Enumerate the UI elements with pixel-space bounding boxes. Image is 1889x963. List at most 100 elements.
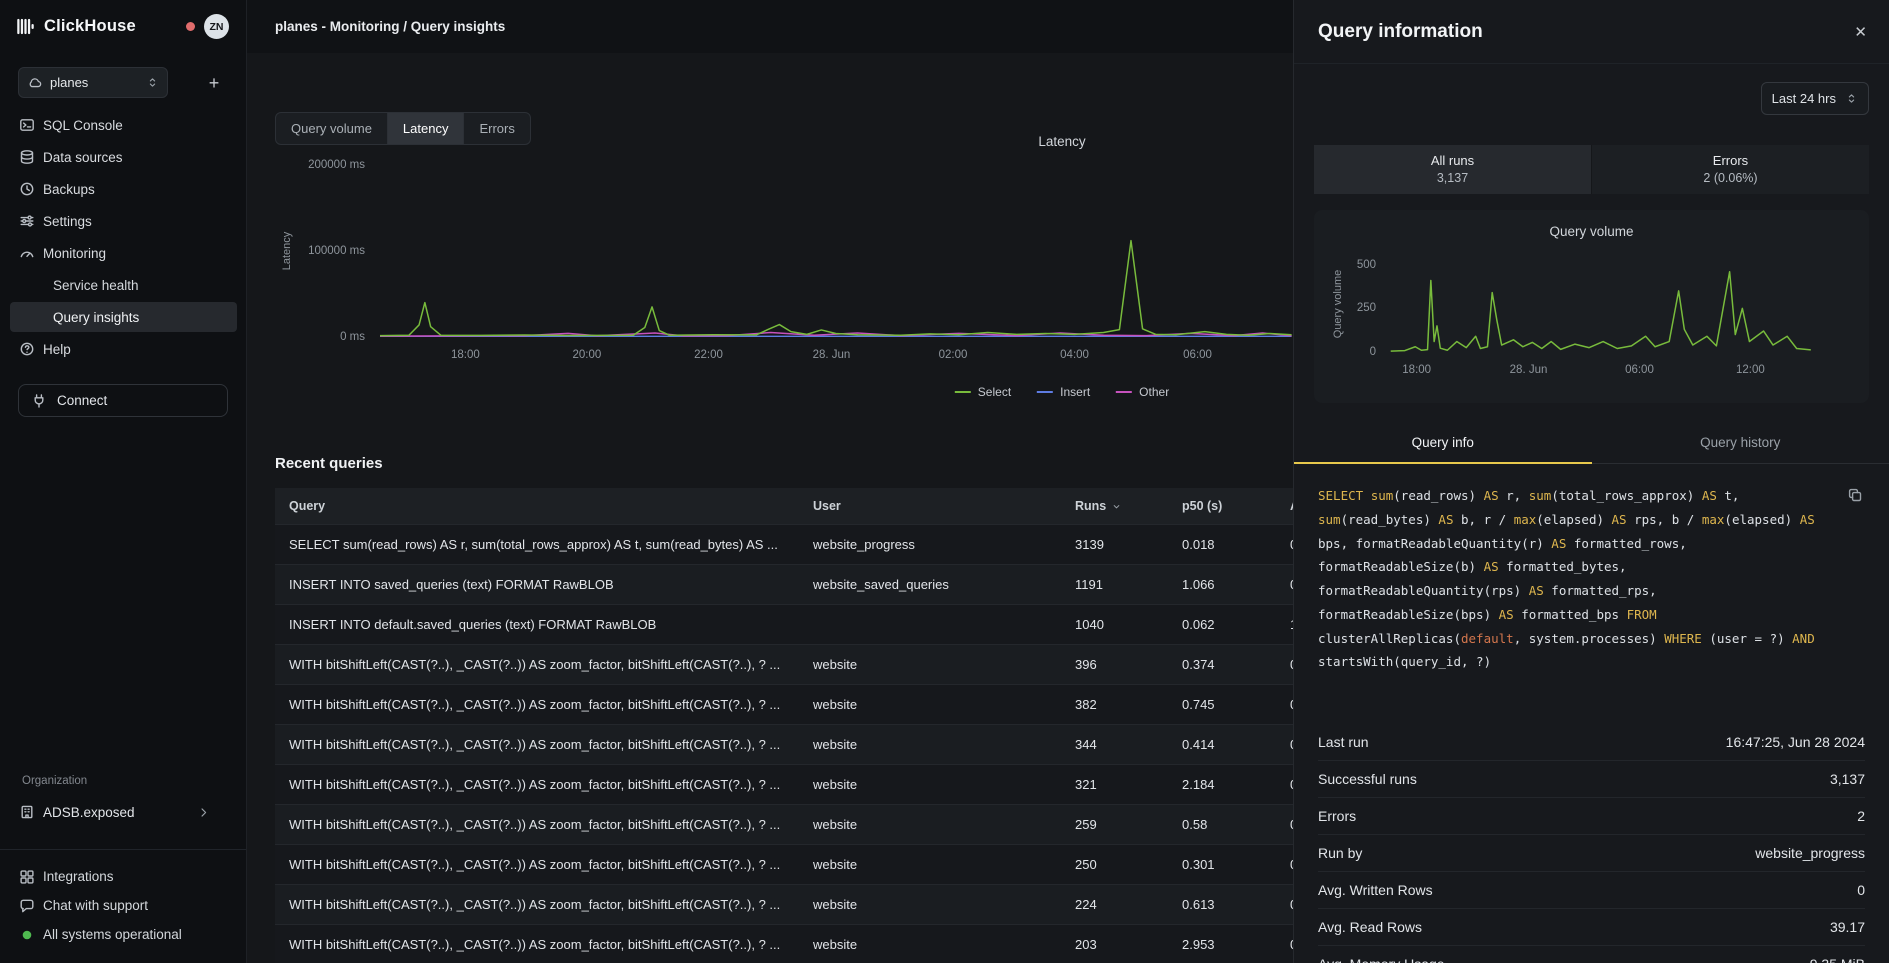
tab-query-info[interactable]: Query info xyxy=(1294,423,1592,463)
sidebar-item-backups[interactable]: Backups xyxy=(10,174,237,204)
cell-avg: 0 xyxy=(1276,777,1293,792)
cell-user: website xyxy=(799,657,1061,672)
sidebar-item-label: Help xyxy=(43,342,71,357)
close-icon[interactable]: ✕ xyxy=(1854,23,1867,41)
table-row[interactable]: WITH bitShiftLeft(CAST(?..), _CAST(?..))… xyxy=(275,804,1293,844)
detail-row-avg-written-rows: Avg. Written Rows0 xyxy=(1318,872,1865,909)
legend-item-other: Other xyxy=(1116,385,1169,399)
stat-tab-errors[interactable]: Errors2 (0.06%) xyxy=(1591,145,1869,194)
cell-runs: 1040 xyxy=(1061,617,1168,632)
detail-row-last-run: Last run 16:47:25, Jun 28 2024 xyxy=(1318,724,1865,761)
table-row[interactable]: WITH bitShiftLeft(CAST(?..), _CAST(?..))… xyxy=(275,844,1293,884)
cell-runs: 321 xyxy=(1061,777,1168,792)
logo-row: ClickHouse ZN xyxy=(0,0,246,53)
detail-value: 9.35 MiB xyxy=(1810,956,1865,963)
clickhouse-logo-text: ClickHouse xyxy=(44,17,136,36)
table-row[interactable]: INSERT INTO default.saved_queries (text)… xyxy=(275,604,1293,644)
cell-runs: 396 xyxy=(1061,657,1168,672)
service-row: planes + xyxy=(18,67,228,98)
copy-icon[interactable] xyxy=(1847,486,1865,504)
cell-user: website xyxy=(799,857,1061,872)
column-header-runs[interactable]: Runs xyxy=(1061,499,1168,513)
detail-row-avg-memory-usage: Avg. Memory Usage 9.35 MiB xyxy=(1318,946,1865,963)
table-row[interactable]: SELECT sum(read_rows) AS r, sum(total_ro… xyxy=(275,524,1293,564)
cell-runs: 250 xyxy=(1061,857,1168,872)
organization-selector[interactable]: ADSB.exposed xyxy=(0,797,246,827)
panel-title: Query information xyxy=(1318,21,1483,43)
column-header-query[interactable]: Query xyxy=(275,499,799,513)
series-query-volume xyxy=(1391,272,1811,351)
cell-user: website xyxy=(799,737,1061,752)
sidebar-item-settings[interactable]: Settings xyxy=(10,206,237,236)
stat-tab-all-runs[interactable]: All runs3,137 xyxy=(1314,145,1591,194)
sidebar-item-query-insights[interactable]: Query insights xyxy=(10,302,237,332)
detail-label: Last run xyxy=(1318,734,1369,750)
x-axis-ticks: 18:0028. Jun06:0012:00 xyxy=(1386,364,1858,380)
panel-header: Query information ✕ xyxy=(1294,0,1889,64)
column-header-avg[interactable]: Avg xyxy=(1276,499,1293,513)
cell-runs: 3139 xyxy=(1061,537,1168,552)
cell-query: INSERT INTO saved_queries (text) FORMAT … xyxy=(275,577,799,592)
detail-label: Run by xyxy=(1318,845,1362,861)
table-row[interactable]: WITH bitShiftLeft(CAST(?..), _CAST(?..))… xyxy=(275,724,1293,764)
sidebar-item-sql-console[interactable]: SQL Console xyxy=(10,110,237,140)
detail-row-errors: Errors 2 xyxy=(1318,798,1865,835)
copy-icon xyxy=(1847,487,1863,503)
sql-console-icon xyxy=(19,117,35,133)
x-axis-ticks: 18:0020:0022:0028. Jun02:0004:0006:00 xyxy=(380,349,1293,365)
time-range-select[interactable]: Last 24 hrs xyxy=(1761,82,1869,115)
time-range-label: Last 24 hrs xyxy=(1772,91,1836,106)
y-axis-ticks: 200000 ms100000 ms0 ms xyxy=(247,165,365,337)
detail-value: 2 xyxy=(1857,808,1865,824)
sidebar-item-service-health[interactable]: Service health xyxy=(10,270,237,300)
detail-label: Avg. Read Rows xyxy=(1318,919,1422,935)
table-row[interactable]: WITH bitShiftLeft(CAST(?..), _CAST(?..))… xyxy=(275,764,1293,804)
y-tick-label: 200000 ms xyxy=(308,159,365,171)
cell-avg: 0 xyxy=(1276,697,1293,712)
sidebar-footer-integrations[interactable]: Integrations xyxy=(0,862,246,891)
service-selector[interactable]: planes xyxy=(18,67,168,98)
table-body: SELECT sum(read_rows) AS r, sum(total_ro… xyxy=(275,524,1293,963)
plug-icon xyxy=(31,393,47,409)
x-tick-label: 12:00 xyxy=(1736,364,1765,376)
connect-button[interactable]: Connect xyxy=(18,384,228,417)
detail-label: Errors xyxy=(1318,808,1356,824)
sidebar-item-data-sources[interactable]: Data sources xyxy=(10,142,237,172)
x-tick-label: 02:00 xyxy=(939,349,968,361)
sidebar-item-help[interactable]: Help xyxy=(10,334,237,364)
table-row[interactable]: WITH bitShiftLeft(CAST(?..), _CAST(?..))… xyxy=(275,884,1293,924)
cell-avg: 0 xyxy=(1276,577,1293,592)
sidebar-footer-chat-with-support[interactable]: Chat with support xyxy=(0,891,246,920)
column-header-p50-s[interactable]: p50 (s) xyxy=(1168,499,1276,513)
legend-swatch-icon xyxy=(1037,391,1053,393)
detail-label: Avg. Written Rows xyxy=(1318,882,1433,898)
cell-p50: 0.745 xyxy=(1168,697,1276,712)
sidebar-footer-all-systems-operational[interactable]: All systems operational xyxy=(0,920,246,949)
table-row[interactable]: WITH bitShiftLeft(CAST(?..), _CAST(?..))… xyxy=(275,924,1293,963)
table-row[interactable]: WITH bitShiftLeft(CAST(?..), _CAST(?..))… xyxy=(275,684,1293,724)
legend-item-insert: Insert xyxy=(1037,385,1090,399)
tab-query-history[interactable]: Query history xyxy=(1592,423,1889,463)
organization-label: Organization xyxy=(0,775,246,787)
detail-value: 39.17 xyxy=(1830,919,1865,935)
avatar[interactable]: ZN xyxy=(204,14,229,39)
detail-label: Avg. Memory Usage xyxy=(1318,956,1445,963)
sidebar-nav: SQL Console Data sourcesBackupsSettingsMo… xyxy=(0,110,246,366)
sidebar-item-label: SQL Console xyxy=(43,118,123,133)
cell-user: website_progress xyxy=(799,537,1061,552)
sidebar-item-monitoring[interactable]: Monitoring xyxy=(10,238,237,268)
status-icon xyxy=(19,927,35,943)
recent-queries-table: QueryUserRunsp50 (s)Avg SELECT sum(read_… xyxy=(275,488,1293,963)
cell-runs: 224 xyxy=(1061,897,1168,912)
add-service-button[interactable]: + xyxy=(200,69,228,97)
detail-value: 16:47:25, Jun 28 2024 xyxy=(1726,734,1865,750)
y-tick-label: 0 xyxy=(1370,346,1376,358)
cell-query: WITH bitShiftLeft(CAST(?..), _CAST(?..))… xyxy=(275,697,799,712)
column-header-user[interactable]: User xyxy=(799,499,1061,513)
cell-user: website xyxy=(799,817,1061,832)
footer-item-label: Integrations xyxy=(43,869,114,884)
table-row[interactable]: WITH bitShiftLeft(CAST(?..), _CAST(?..))… xyxy=(275,644,1293,684)
cell-avg: 0 xyxy=(1276,937,1293,952)
detail-row-successful-runs: Successful runs3,137 xyxy=(1318,761,1865,798)
table-row[interactable]: INSERT INTO saved_queries (text) FORMAT … xyxy=(275,564,1293,604)
